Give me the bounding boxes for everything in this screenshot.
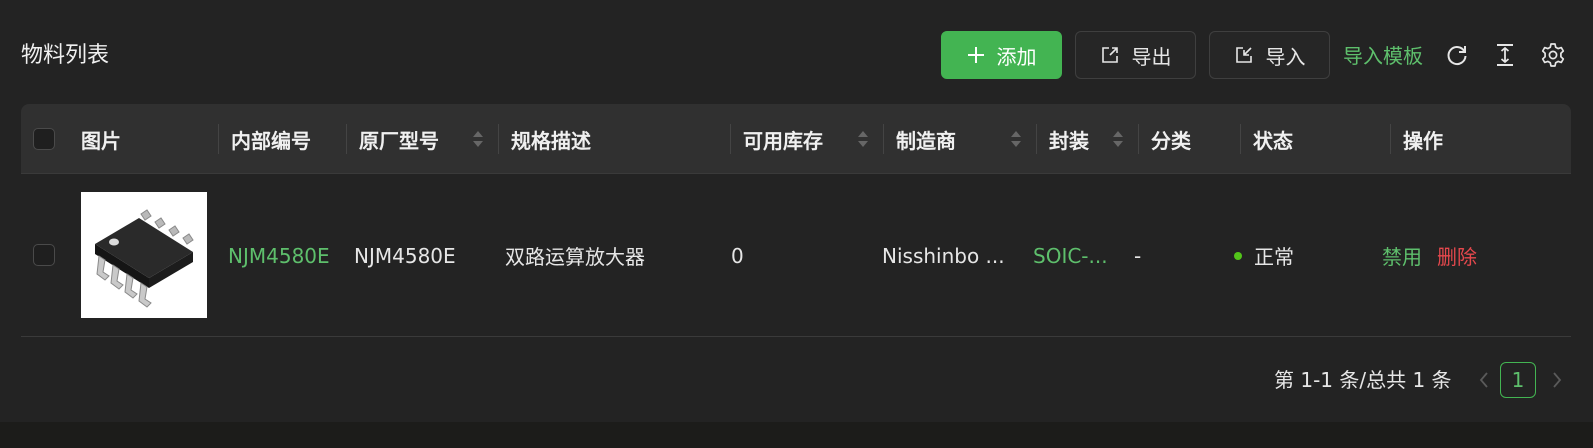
column-divider [218, 124, 219, 154]
cell-stock: 0 [731, 243, 744, 268]
column-divider [883, 124, 884, 154]
column-header-internal-code: 内部编号 [231, 128, 311, 153]
column-header-image: 图片 [81, 128, 121, 153]
setting-icon[interactable] [1539, 41, 1567, 69]
import-button-label: 导入 [1265, 44, 1306, 69]
export-icon [1101, 47, 1118, 63]
pagination-total: 第 1-1 条/总共 1 条 [1274, 368, 1452, 392]
product-thumbnail [81, 192, 207, 318]
column-header-package[interactable]: 封装 [1049, 104, 1089, 174]
cell-package[interactable]: SOIC-... [1033, 174, 1108, 337]
row-checkbox[interactable] [33, 244, 55, 266]
import-icon [1235, 47, 1252, 63]
prev-page-button[interactable] [1470, 362, 1498, 398]
delete-link[interactable]: 删除 [1437, 241, 1477, 270]
import-button[interactable]: 导入 [1209, 31, 1330, 79]
chevron-right-icon [1553, 372, 1562, 388]
select-all-checkbox[interactable] [33, 128, 55, 150]
cell-actions: 禁用 删除 [1382, 174, 1477, 337]
status-text: 正常 [1254, 245, 1294, 269]
chevron-left-icon [1479, 372, 1488, 388]
cell-status: 正常 [1234, 174, 1294, 337]
add-button[interactable]: 添加 [941, 31, 1062, 79]
column-divider [1138, 124, 1139, 154]
reload-icon[interactable] [1443, 41, 1471, 69]
column-header-mfr-part[interactable]: 原厂型号 [359, 104, 439, 174]
column-header-manufacturer[interactable]: 制造商 [896, 104, 956, 174]
disable-link[interactable]: 禁用 [1382, 241, 1422, 270]
column-divider [346, 124, 347, 154]
sort-icon[interactable] [472, 129, 484, 149]
top-band [0, 0, 1593, 8]
sort-icon[interactable] [1010, 129, 1022, 149]
next-page-button[interactable] [1543, 362, 1571, 398]
sort-icon[interactable] [857, 129, 869, 149]
page-title: 物料列表 [21, 43, 110, 68]
sort-icon[interactable] [1112, 129, 1124, 149]
export-button-label: 导出 [1131, 44, 1172, 69]
add-button-label: 添加 [996, 44, 1037, 69]
cell-spec: 双路运算放大器 [505, 245, 645, 269]
column-header-stock[interactable]: 可用库存 [743, 104, 823, 174]
column-divider [498, 124, 499, 154]
soic-chip-image [95, 209, 194, 308]
column-header-status: 状态 [1253, 128, 1293, 153]
table-row: NJM4580E NJM4580E 双路运算放大器 0 Nisshinbo ..… [21, 174, 1571, 337]
column-height-icon[interactable] [1491, 41, 1519, 69]
column-header-spec: 规格描述 [511, 128, 591, 153]
table-header: 图片 内部编号 原厂型号 规格描述 可用库存 制造商 封装 分类 状态 操作 [21, 104, 1571, 174]
export-button[interactable]: 导出 [1075, 31, 1196, 79]
column-header-actions: 操作 [1403, 128, 1443, 153]
import-template-link[interactable]: 导入模板 [1343, 40, 1423, 72]
column-divider [1240, 124, 1241, 154]
column-divider [1390, 124, 1391, 154]
column-divider [730, 124, 731, 154]
status-dot [1234, 251, 1242, 260]
cell-mfr-part: NJM4580E [354, 243, 456, 268]
cell-internal-code[interactable]: NJM4580E [228, 174, 330, 337]
page: 物料列表 添加 导出 导入 导入模板 图片 内部编号 原厂型号 规格描述 可用库… [0, 0, 1593, 448]
cell-category: - [1134, 243, 1142, 268]
column-header-category: 分类 [1151, 128, 1191, 153]
plus-icon [967, 47, 984, 63]
column-divider [1036, 124, 1037, 154]
page-1-button[interactable]: 1 [1500, 362, 1536, 398]
cell-manufacturer: Nisshinbo ... [882, 243, 1005, 268]
